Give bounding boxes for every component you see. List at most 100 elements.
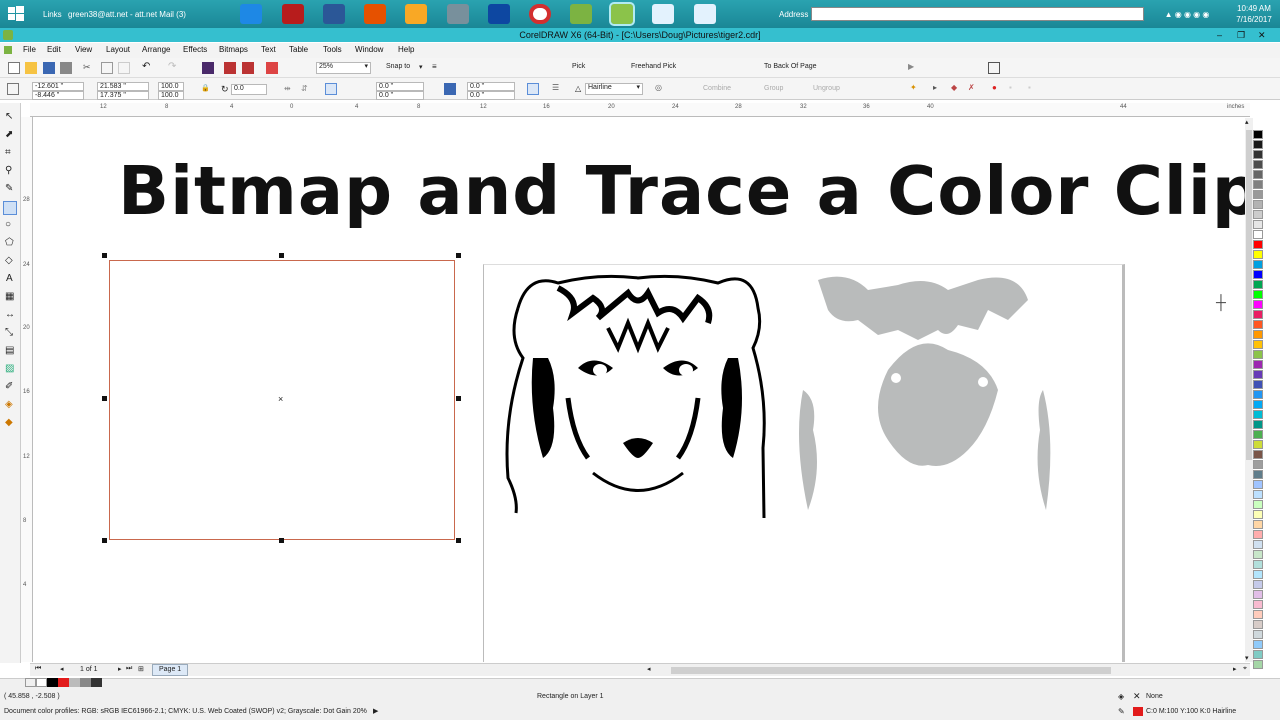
- zoom-tool-icon[interactable]: ⚲: [5, 165, 12, 176]
- palette-swatch[interactable]: [1253, 250, 1263, 259]
- menu-file[interactable]: File: [23, 45, 36, 54]
- palette-swatch[interactable]: [1253, 130, 1263, 139]
- palette-swatch[interactable]: [1253, 490, 1263, 499]
- palette-swatch[interactable]: [1253, 150, 1263, 159]
- scroll-down-icon[interactable]: ▾: [1245, 654, 1249, 662]
- system-tray[interactable]: ▲ ◉ ◉ ◉ ◉: [1152, 3, 1222, 25]
- fill-status[interactable]: None: [1146, 693, 1163, 700]
- save-icon[interactable]: [43, 62, 55, 74]
- coreldraw-active-icon[interactable]: [609, 2, 635, 26]
- wrap-text-icon[interactable]: ☰: [552, 83, 564, 95]
- links-toolbar-label[interactable]: Links: [43, 3, 62, 25]
- palette-swatch[interactable]: [1253, 370, 1263, 379]
- internet-explorer-icon[interactable]: [240, 4, 262, 24]
- next-page-icon[interactable]: ▸: [118, 665, 122, 673]
- palette-swatch[interactable]: [1253, 290, 1263, 299]
- export-icon[interactable]: [242, 62, 254, 74]
- document-swatch[interactable]: [25, 678, 36, 687]
- eraser-icon[interactable]: ✗: [968, 83, 980, 95]
- menu-bitmaps[interactable]: Bitmaps: [219, 45, 248, 54]
- palette-swatch[interactable]: [1253, 140, 1263, 149]
- y-position-field[interactable]: -8.446 ": [32, 91, 84, 100]
- width-field[interactable]: 21.583 ": [97, 82, 149, 91]
- last-page-icon[interactable]: ⏭: [126, 665, 132, 673]
- mirror-vertical-icon[interactable]: ⇵: [301, 84, 313, 96]
- snap-to-dropdown[interactable]: Snap to: [386, 63, 410, 70]
- play-icon[interactable]: ▶: [908, 62, 914, 71]
- selection-handle[interactable]: [279, 538, 284, 543]
- freehand-pick-label[interactable]: Freehand Pick: [631, 63, 676, 70]
- x-position-field[interactable]: -12.601 ": [32, 82, 84, 91]
- arrow-right-icon[interactable]: ▸: [933, 83, 945, 95]
- lock-ratio-icon[interactable]: 🔒: [201, 84, 213, 96]
- taskbar-item-mail[interactable]: green38@att.net - att.net Mail (3): [68, 3, 200, 25]
- shape-tool-icon[interactable]: ⬈: [5, 129, 13, 140]
- palette-swatch[interactable]: [1253, 420, 1263, 429]
- height-field[interactable]: 17.375 ": [97, 91, 149, 100]
- pick-tool-label[interactable]: Pick: [572, 63, 585, 70]
- dimension-tool-icon[interactable]: ↔: [5, 309, 15, 320]
- record-icon[interactable]: ●: [992, 83, 1004, 95]
- pencil-app-icon[interactable]: [405, 4, 427, 24]
- vertical-scroll-thumb[interactable]: [1246, 130, 1252, 460]
- palette-swatch[interactable]: [1253, 560, 1263, 569]
- corner-x2-field[interactable]: 0.0 ": [467, 82, 515, 91]
- palette-swatch[interactable]: [1253, 630, 1263, 639]
- palette-swatch[interactable]: [1253, 180, 1263, 189]
- paste-icon[interactable]: [118, 62, 130, 74]
- color-profiles-arrow-icon[interactable]: ▶: [373, 707, 378, 715]
- ellipse-tool-icon[interactable]: ○: [5, 219, 11, 230]
- fill-tool-icon[interactable]: ◆: [5, 417, 13, 428]
- group-label[interactable]: Group: [764, 85, 783, 92]
- scroll-right-icon[interactable]: ▸: [1233, 665, 1237, 673]
- vertical-scrollbar[interactable]: ▴ ▾: [1245, 118, 1253, 662]
- palette-swatch[interactable]: [1253, 400, 1263, 409]
- palette-swatch[interactable]: [1253, 460, 1263, 469]
- corner-y2-field[interactable]: 0.0 ": [467, 91, 515, 100]
- vertical-ruler[interactable]: 28 24 20 16 12 8 4: [21, 117, 33, 662]
- palette-swatch[interactable]: [1253, 410, 1263, 419]
- outline-tool-icon[interactable]: ◈: [5, 399, 13, 410]
- convert-to-curves-icon[interactable]: ◎: [655, 83, 667, 95]
- combine-label[interactable]: Combine: [703, 85, 731, 92]
- close-button[interactable]: ✕: [1258, 28, 1266, 42]
- scroll-left-icon[interactable]: ◂: [647, 665, 651, 673]
- document-app-icon[interactable]: [652, 4, 674, 24]
- document-swatch[interactable]: [80, 678, 91, 687]
- palette-swatch[interactable]: [1253, 590, 1263, 599]
- crop-tool-icon[interactable]: ⌗: [5, 147, 11, 158]
- document-swatch[interactable]: [91, 678, 102, 687]
- palette-swatch[interactable]: [1253, 350, 1263, 359]
- canvas-heading[interactable]: Bitmap and Trace a Color Clipar: [118, 158, 1245, 225]
- word-icon[interactable]: [323, 4, 345, 24]
- palette-swatch[interactable]: [1253, 300, 1263, 309]
- pick-tool-icon[interactable]: ↖: [5, 111, 13, 122]
- rectangle-tool-icon[interactable]: [3, 201, 17, 215]
- zoom-select[interactable]: 25% ▾: [316, 62, 371, 74]
- document-app-icon-2[interactable]: [694, 4, 716, 24]
- palette-swatch[interactable]: [1253, 390, 1263, 399]
- menu-window[interactable]: Window: [355, 45, 383, 54]
- table-tool-icon[interactable]: ▦: [5, 291, 14, 302]
- palette-swatch[interactable]: [1253, 500, 1263, 509]
- selection-handle[interactable]: [456, 538, 461, 543]
- address-input[interactable]: [811, 7, 1144, 21]
- copy-icon[interactable]: [101, 62, 113, 74]
- menu-layout[interactable]: Layout: [106, 45, 130, 54]
- palette-swatch[interactable]: [1253, 660, 1263, 669]
- printer-app-icon[interactable]: [447, 4, 469, 24]
- palette-swatch[interactable]: [1253, 650, 1263, 659]
- palette-swatch[interactable]: [1253, 520, 1263, 529]
- clock[interactable]: 10:49 AM 7/16/2017: [1228, 3, 1280, 25]
- palette-swatch[interactable]: [1253, 340, 1263, 349]
- angle-field[interactable]: 0.0: [231, 84, 267, 95]
- scale-corners-icon[interactable]: [527, 83, 539, 95]
- corner-y-field[interactable]: 0.0 ": [376, 91, 424, 100]
- palette-swatch[interactable]: [1253, 440, 1263, 449]
- palette-swatch[interactable]: [1253, 310, 1263, 319]
- freehand-tool-icon[interactable]: ✎: [5, 183, 13, 194]
- fill-icon[interactable]: ◆: [951, 83, 963, 95]
- transform-icon[interactable]: ✦: [910, 83, 922, 95]
- palette-swatch[interactable]: [1253, 430, 1263, 439]
- palette-swatch[interactable]: [1253, 550, 1263, 559]
